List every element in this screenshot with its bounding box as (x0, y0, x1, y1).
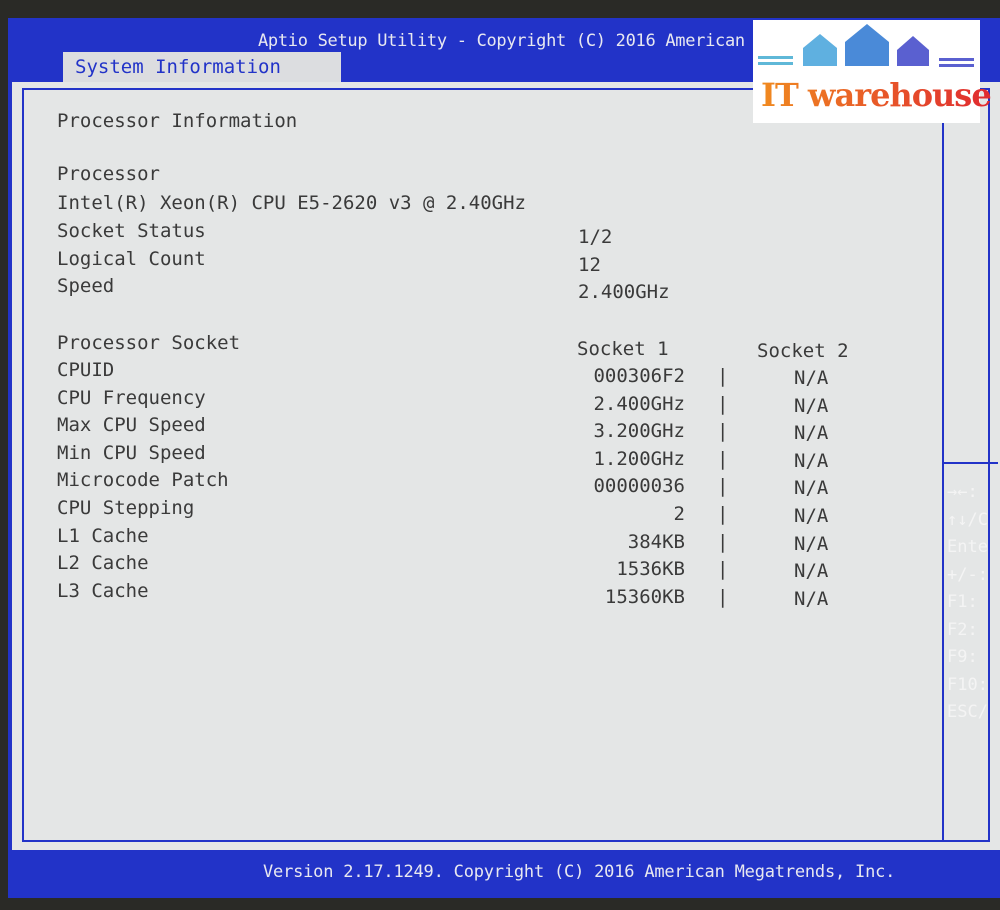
row-label[interactable]: L2 Cache (57, 552, 149, 574)
help-key: F2: (947, 619, 988, 640)
column-separator: | (717, 530, 729, 553)
socket-2-value: N/A (794, 505, 829, 527)
row-label[interactable]: Min CPU Speed (57, 442, 206, 464)
footer-version: Version 2.17.1249. Copyright (C) 2016 Am… (263, 862, 896, 882)
socket-1-value: 3.200GHz (593, 420, 685, 443)
socket-1-value: 1536KB (616, 558, 685, 581)
socket-2-value: N/A (794, 477, 829, 500)
help-key: →←: (947, 482, 978, 502)
socket-2-value: N/A (794, 560, 829, 583)
column-separator: | (717, 503, 729, 525)
houses-logo-icon (758, 24, 974, 67)
main-panel: Processor Information Processor Intel(R) X… (12, 82, 1000, 850)
processor-name: Intel(R) Xeon(R) CPU E5-2620 v3 @ 2.40GH… (57, 192, 526, 214)
help-key: +/-: (947, 564, 988, 585)
help-key: F1: (947, 592, 988, 612)
help-key: Ente (947, 537, 988, 557)
summary-value: 2.400GHz (578, 281, 670, 303)
socket-1-value: 2 (673, 503, 685, 525)
row-label[interactable]: L1 Cache (57, 525, 149, 547)
watermark-text: IT warehouse (761, 76, 992, 114)
socket-2-value: N/A (794, 367, 829, 389)
summary-label: Logical Count (57, 247, 206, 270)
panel-divider (942, 88, 944, 842)
bios-screen: Aptio Setup Utility - Copyright (C) 2016… (8, 18, 1000, 898)
row-label[interactable]: Microcode Patch (57, 469, 229, 491)
row-label[interactable]: CPU Frequency (57, 387, 206, 409)
help-key: ESC/ (947, 702, 988, 722)
section-title: Processor Information (57, 110, 298, 132)
socket-1-value: 2.400GHz (593, 392, 685, 415)
column-separator: | (717, 558, 729, 581)
socket-1-header: Socket 1 (577, 338, 669, 360)
socket-1-value: 000306F2 (593, 365, 685, 387)
help-divider (944, 462, 998, 464)
socket-2-value: N/A (794, 422, 829, 445)
help-key: ↑↓/C (947, 509, 988, 530)
socket-2-value: N/A (794, 532, 829, 555)
column-separator: | (717, 365, 729, 387)
column-separator: | (717, 447, 729, 470)
row-label[interactable]: CPU Stepping (57, 497, 194, 519)
column-separator: | (717, 392, 729, 415)
socket-1-value: 15360KB (604, 585, 685, 608)
column-separator: | (717, 475, 729, 498)
row-label[interactable]: Max CPU Speed (57, 414, 206, 436)
socket-1-value: 00000036 (593, 475, 685, 498)
row-label[interactable]: CPUID (57, 359, 114, 381)
tab-system-information[interactable]: System Information (63, 52, 341, 82)
summary-label: Speed (57, 275, 115, 297)
summary-value: 1/2 (578, 226, 613, 248)
summary-value: 12 (578, 253, 601, 276)
processor-label: Processor (57, 163, 160, 185)
socket-1-value: 384KB (627, 530, 685, 553)
column-separator: | (717, 420, 729, 443)
socket-header-label: Processor Socket (57, 332, 241, 354)
socket-2-value: N/A (794, 449, 829, 472)
socket-2-value: N/A (794, 587, 829, 610)
watermark-logo: IT warehouse (753, 20, 992, 123)
summary-label: Socket Status (57, 220, 206, 242)
help-key: F10: (947, 674, 988, 695)
help-key: F9: (947, 647, 988, 667)
socket-2-header: Socket 2 (757, 340, 849, 362)
column-separator: | (717, 585, 729, 608)
socket-1-value: 1.200GHz (593, 447, 685, 470)
socket-2-value: N/A (794, 394, 829, 417)
row-label[interactable]: L3 Cache (57, 580, 149, 602)
